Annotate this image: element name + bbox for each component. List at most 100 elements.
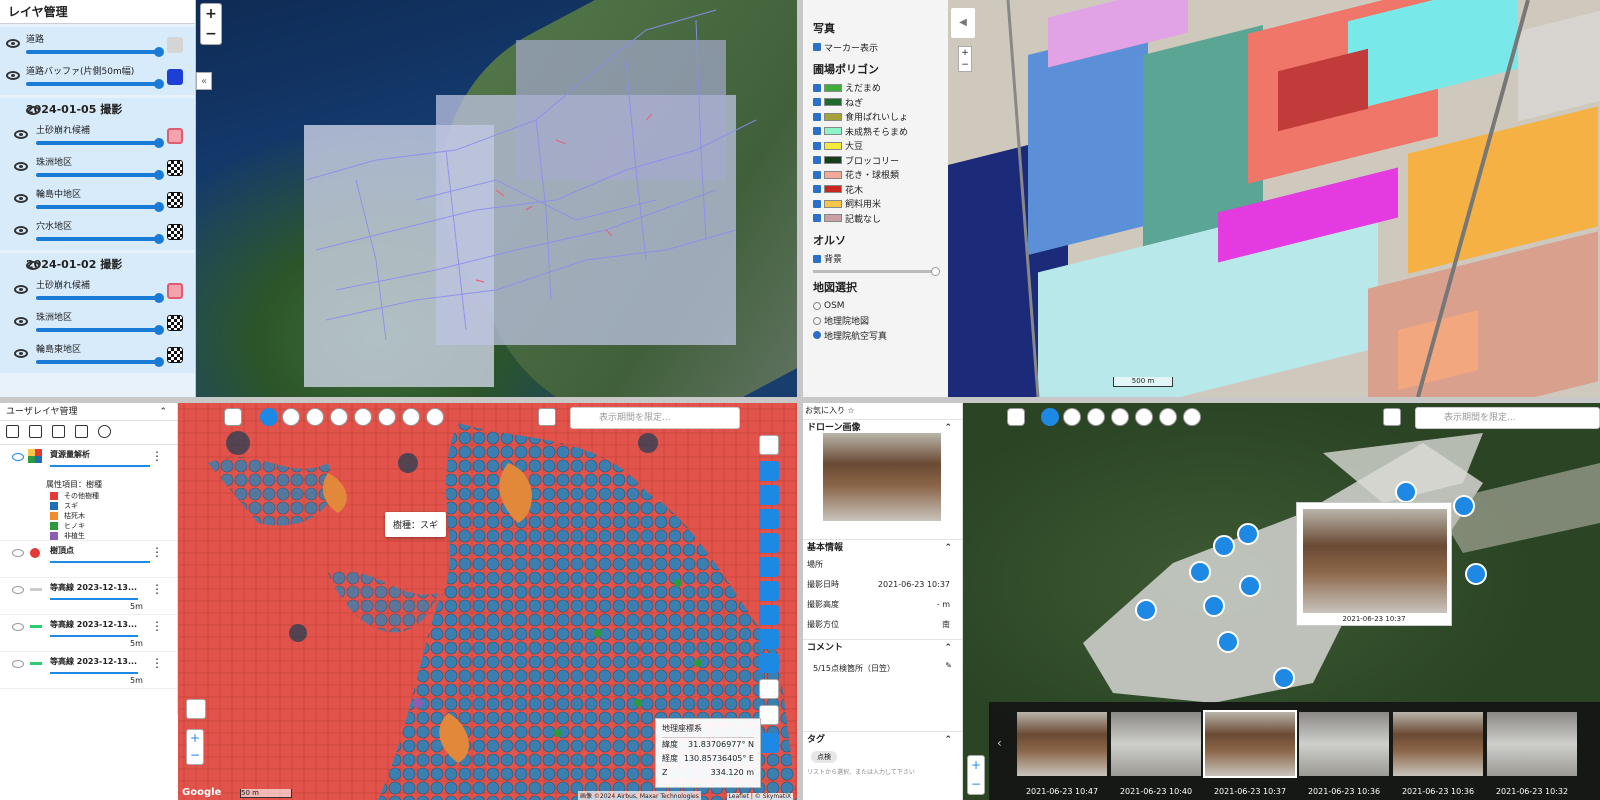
info-button[interactable] [1041, 408, 1059, 426]
layer-row[interactable]: 穴水地区 [0, 216, 195, 248]
panel-toggle-button[interactable]: ◀ [951, 8, 975, 38]
chevron-up-icon[interactable]: ⌃ [944, 732, 952, 748]
polygon-button[interactable] [1087, 408, 1105, 426]
background-toggle[interactable]: 背景 [813, 252, 938, 267]
eye-icon[interactable] [26, 261, 40, 270]
stack-button[interactable] [759, 733, 779, 753]
zoom-out-button[interactable]: − [201, 24, 221, 44]
checkbox-icon[interactable] [813, 254, 821, 263]
opacity-slider[interactable] [50, 465, 150, 467]
more-icon[interactable]: ⋮ [151, 656, 163, 670]
opacity-slider[interactable] [36, 293, 164, 303]
pencil-icon[interactable]: ✎ [945, 661, 952, 670]
layer-row[interactable]: 珠洲地区 [0, 152, 195, 184]
checkbox-icon[interactable] [813, 43, 821, 52]
edit-icon[interactable] [52, 425, 65, 438]
tree-species-map[interactable]: 表示期間を限定... + − Google 50 m 画像 ©2024 Airbu… [178, 403, 797, 800]
crop-item[interactable]: 食用ばれいしょ [813, 110, 938, 125]
measure-button[interactable] [759, 679, 779, 699]
camera-button[interactable] [759, 509, 779, 529]
chevron-up-icon[interactable]: ⌃ [944, 640, 952, 656]
copy-button[interactable] [426, 408, 444, 426]
zoom-in-button[interactable]: + [187, 730, 203, 747]
checker-icon[interactable] [167, 160, 183, 176]
ruler-button[interactable] [282, 408, 300, 426]
group-button[interactable] [759, 533, 779, 553]
collapse-panel-button[interactable]: « [196, 72, 212, 90]
zoom-out-button[interactable]: − [968, 775, 984, 794]
radio-icon[interactable] [813, 302, 821, 311]
opacity-slider[interactable] [50, 561, 150, 563]
checker-icon[interactable] [167, 315, 183, 331]
crop-item[interactable]: 記載なし [813, 211, 938, 226]
checkbox-icon[interactable] [813, 170, 821, 179]
thumbnail[interactable] [1487, 712, 1577, 776]
layer-row-road[interactable]: 道路 [0, 29, 195, 61]
tag-input[interactable]: リストから選択、または入力して下さい [803, 767, 962, 776]
zoom-in-button[interactable]: + [968, 756, 984, 775]
slider-handle[interactable] [931, 267, 940, 276]
color-swatch[interactable] [167, 283, 183, 299]
checkbox-icon[interactable] [813, 185, 821, 194]
layer-row[interactable]: 土砂崩れ候補 [0, 275, 195, 307]
color-swatch[interactable] [167, 128, 183, 144]
more-icon[interactable]: ⋮ [151, 619, 163, 633]
eye-icon[interactable] [26, 106, 40, 115]
cube-button[interactable] [759, 705, 779, 725]
zoom-in-button[interactable]: + [201, 4, 221, 24]
grid-button[interactable] [378, 408, 396, 426]
polygon-button[interactable] [330, 408, 348, 426]
camera-pin[interactable] [1273, 667, 1295, 689]
person-button[interactable] [759, 605, 779, 625]
camera-pin[interactable] [1395, 481, 1417, 503]
field-polygon-map[interactable]: 500 m [948, 0, 1600, 397]
checkbox-icon[interactable] [813, 214, 821, 223]
flag-pin[interactable] [1213, 535, 1235, 557]
undo-button[interactable] [224, 408, 242, 426]
ruler-button[interactable] [1063, 408, 1081, 426]
map-toggle-button[interactable] [759, 435, 779, 455]
eye-icon[interactable] [14, 130, 28, 139]
coord-system-select[interactable]: 地理座標系 [662, 722, 754, 738]
basic-section-header[interactable]: 基本情報 ⌃ [803, 539, 962, 555]
zoom-out-button[interactable]: − [959, 59, 971, 71]
eye-off-icon[interactable] [12, 623, 24, 631]
tag-chip[interactable]: 点検 [811, 751, 837, 763]
camera-pin[interactable] [1217, 631, 1239, 653]
eye-off-icon[interactable] [12, 660, 24, 668]
zoom-in-button[interactable]: + [959, 47, 971, 59]
eye-icon[interactable] [6, 39, 20, 48]
checkbox-icon[interactable] [813, 98, 821, 107]
eye-off-icon[interactable] [12, 549, 24, 557]
checker-icon[interactable] [167, 192, 183, 208]
eye-icon[interactable] [14, 317, 28, 326]
refresh-icon[interactable] [98, 425, 111, 438]
screen-button[interactable] [1383, 408, 1401, 426]
layer-row-road-buffer[interactable]: 道路バッファ(片側50m幅) [0, 61, 195, 93]
area-button[interactable] [306, 408, 324, 426]
radio-icon[interactable] [813, 331, 821, 340]
chevron-up-icon[interactable]: ⌃ [944, 420, 952, 436]
thumbnail[interactable] [1017, 712, 1107, 776]
folder-add-icon[interactable] [75, 425, 88, 438]
profile-button[interactable] [1111, 408, 1129, 426]
add-layer-icon[interactable] [29, 425, 42, 438]
favorite-toggle[interactable]: お気に入り ☆ [803, 403, 962, 419]
eye-off-icon[interactable] [12, 586, 24, 594]
thumbnail[interactable] [1393, 712, 1483, 776]
camera-pin[interactable] [1237, 523, 1259, 545]
more-icon[interactable]: ⋮ [151, 582, 163, 596]
thumbnail[interactable] [1299, 712, 1389, 776]
grid-button[interactable] [1135, 408, 1153, 426]
marker-toggle[interactable]: マーカー表示 [813, 40, 938, 55]
flag-pin[interactable] [1135, 599, 1157, 621]
crop-item[interactable]: ねぎ [813, 95, 938, 110]
checkbox-icon[interactable] [813, 83, 821, 92]
opacity-slider[interactable] [26, 79, 164, 89]
color-swatch[interactable] [167, 37, 183, 53]
profile-button[interactable] [354, 408, 372, 426]
flag-pin[interactable] [1189, 561, 1211, 583]
map-option[interactable]: 地理院地図 [813, 314, 938, 329]
drone-photo[interactable] [823, 433, 941, 521]
hand-icon[interactable] [186, 699, 206, 719]
